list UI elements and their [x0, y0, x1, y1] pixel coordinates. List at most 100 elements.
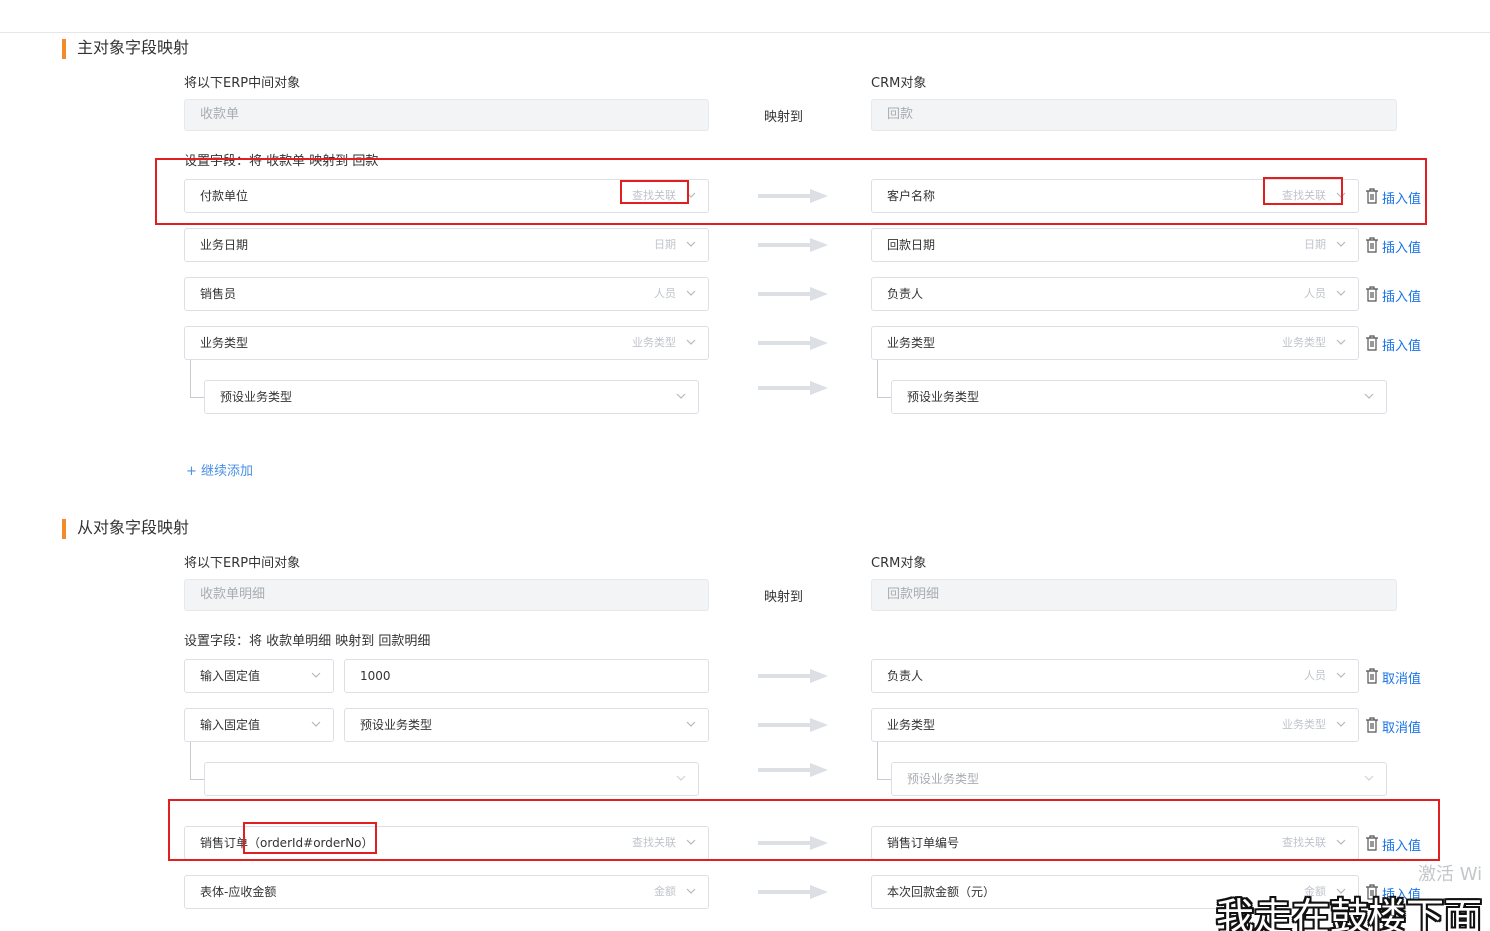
erp-field-select[interactable]: 业务类型 业务类型 [184, 326, 709, 360]
mode-label: 输入固定值 [200, 718, 261, 732]
field-type: 日期 [1304, 238, 1326, 251]
field-name: 表体-应收金额 [200, 885, 277, 899]
insert-value-link[interactable]: 插入值 [1382, 286, 1421, 305]
tree-connector [877, 360, 891, 398]
fixed-value: 预设业务类型 [360, 718, 433, 732]
field-name: 销售订单（orderId#orderNo） [200, 836, 374, 850]
chevron-down-icon [684, 827, 698, 859]
trash-icon[interactable] [1365, 717, 1379, 733]
crm-field-select[interactable]: 回款日期 日期 [871, 228, 1359, 262]
trash-icon[interactable] [1365, 237, 1379, 253]
fixed-value-input[interactable]: 1000 [344, 659, 709, 693]
chevron-down-icon [1334, 660, 1348, 692]
value-mode-select[interactable]: 输入固定值 [184, 708, 334, 742]
insert-value-link[interactable]: 插入值 [1382, 835, 1421, 854]
field-type: 人员 [1304, 287, 1326, 300]
add-more-link[interactable]: + 继续添加 [186, 460, 253, 479]
detail-section-title: 从对象字段映射 [62, 517, 189, 539]
cancel-value-link[interactable]: 取消值 [1382, 717, 1421, 736]
erp-field-select[interactable]: 表体-应收金额 金额 [184, 875, 709, 909]
field-type: 业务类型 [1282, 336, 1326, 349]
chevron-down-icon [1362, 763, 1376, 795]
field-type: 查找关联 [1282, 189, 1326, 202]
chevron-down-icon [684, 229, 698, 261]
erp-field-select[interactable]: 销售订单（orderId#orderNo） 查找关联 [184, 826, 709, 860]
chevron-down-icon [674, 763, 688, 795]
field-type: 日期 [654, 238, 676, 251]
map-arrow-icon [758, 238, 828, 252]
chevron-down-icon [684, 709, 698, 741]
cancel-value-link[interactable]: 取消值 [1382, 668, 1421, 687]
chevron-down-icon [1334, 827, 1348, 859]
map-arrow-icon [758, 836, 828, 850]
crm-detail-object-field: 回款明细 [871, 579, 1397, 611]
field-type: 人员 [654, 287, 676, 300]
crm-field-select[interactable]: 销售订单编号 查找关联 [871, 826, 1359, 860]
crm-field-select[interactable]: 业务类型 业务类型 [871, 708, 1359, 742]
chevron-down-icon [674, 381, 688, 413]
map-arrow-icon [758, 189, 828, 203]
erp-record-type-select[interactable] [204, 762, 699, 796]
fixed-value: 1000 [360, 669, 391, 683]
value-mode-select[interactable]: 输入固定值 [184, 659, 334, 693]
field-name: 预设业务类型 [907, 772, 980, 786]
crm-record-type-select[interactable]: 预设业务类型 [891, 762, 1387, 796]
field-name: 业务类型 [887, 336, 936, 350]
trash-icon[interactable] [1365, 668, 1379, 684]
chevron-down-icon [1334, 229, 1348, 261]
field-name: 付款单位 [200, 189, 249, 203]
insert-value-link[interactable]: 插入值 [1382, 188, 1421, 207]
map-arrow-icon [758, 287, 828, 301]
field-name: 负责人 [887, 287, 924, 301]
field-name: 预设业务类型 [220, 390, 293, 404]
field-type: 业务类型 [1282, 718, 1326, 731]
trash-icon[interactable] [1365, 835, 1379, 851]
crm-field-select[interactable]: 业务类型 业务类型 [871, 326, 1359, 360]
erp-field-select[interactable]: 付款单位 查找关联 [184, 179, 709, 213]
field-name: 客户名称 [887, 189, 936, 203]
field-name: 预设业务类型 [907, 390, 980, 404]
trash-icon[interactable] [1365, 286, 1379, 302]
field-name: 业务日期 [200, 238, 249, 252]
field-type: 金额 [654, 885, 676, 898]
crm-record-type-select[interactable]: 预设业务类型 [891, 380, 1387, 414]
chevron-down-icon [684, 278, 698, 310]
crm-field-select[interactable]: 负责人 人员 [871, 659, 1359, 693]
chevron-down-icon [1334, 278, 1348, 310]
crm-object-label: CRM对象 [871, 76, 927, 91]
top-divider [0, 32, 1490, 33]
erp-object-label: 将以下ERP中间对象 [184, 76, 301, 91]
insert-value-link[interactable]: 插入值 [1382, 335, 1421, 354]
field-name: 业务类型 [200, 336, 249, 350]
insert-value-link[interactable]: 插入值 [1382, 237, 1421, 256]
mode-label: 输入固定值 [200, 669, 261, 683]
field-type: 业务类型 [632, 336, 676, 349]
fixed-value-select[interactable]: 预设业务类型 [344, 708, 709, 742]
map-arrow-icon [758, 763, 828, 777]
field-name: 销售订单编号 [887, 836, 960, 850]
erp-object-label: 将以下ERP中间对象 [184, 556, 301, 571]
erp-field-select[interactable]: 业务日期 日期 [184, 228, 709, 262]
erp-field-select[interactable]: 销售员 人员 [184, 277, 709, 311]
crm-object-label: CRM对象 [871, 556, 927, 571]
erp-record-type-select[interactable]: 预设业务类型 [204, 380, 699, 414]
erp-detail-object-field: 收款单明细 [184, 579, 709, 611]
crm-field-select[interactable]: 负责人 人员 [871, 277, 1359, 311]
trash-icon[interactable] [1365, 188, 1379, 204]
erp-object-field: 收款单 [184, 99, 709, 131]
chevron-down-icon [1362, 381, 1376, 413]
activation-watermark: 激活 Wi [1418, 864, 1483, 885]
trash-icon[interactable] [1365, 335, 1379, 351]
field-name: 业务类型 [887, 718, 936, 732]
maps-to-label: 映射到 [764, 590, 804, 605]
video-subtitle: 我走在鼓楼下面 汽 [1216, 895, 1490, 931]
tree-connector [190, 360, 204, 398]
map-arrow-icon [758, 885, 828, 899]
chevron-down-icon [309, 660, 323, 692]
map-arrow-icon [758, 718, 828, 732]
field-type: 查找关联 [632, 836, 676, 849]
chevron-down-icon [1334, 709, 1348, 741]
crm-field-select[interactable]: 客户名称 查找关联 [871, 179, 1359, 213]
map-arrow-icon [758, 669, 828, 683]
main-section-title: 主对象字段映射 [62, 37, 189, 59]
